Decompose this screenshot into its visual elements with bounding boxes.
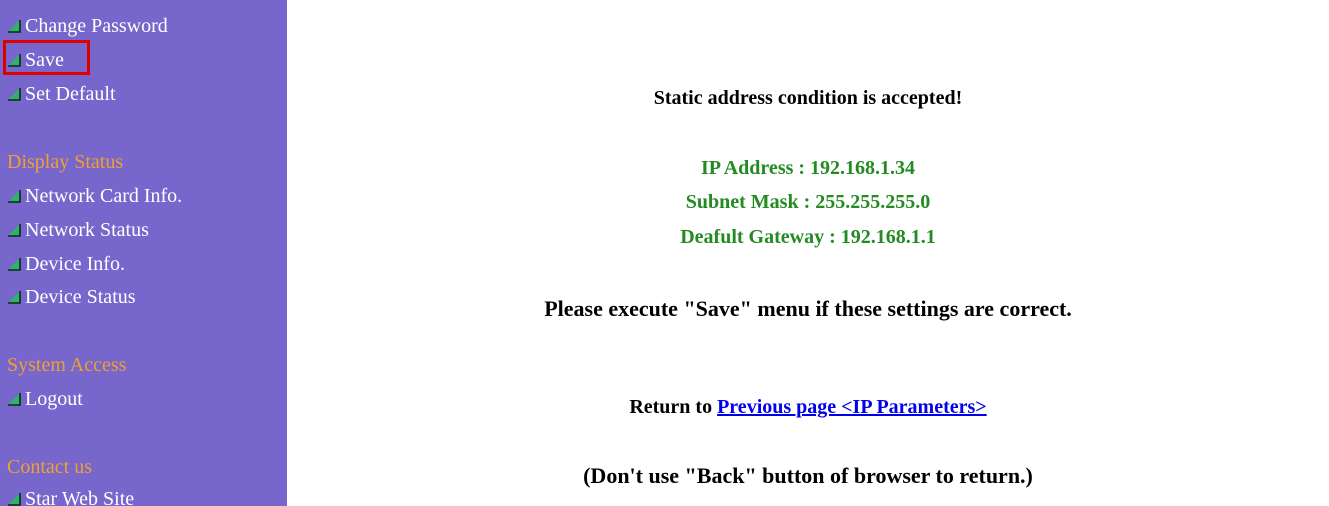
- green-triangle-bullet-icon: [8, 493, 21, 506]
- sidebar-item-network-card-info[interactable]: Network Card Info.: [7, 183, 182, 209]
- sidebar-menu: Change Password Save Set Default Display…: [0, 0, 287, 506]
- green-triangle-bullet-icon: [8, 291, 21, 304]
- sidebar-item-label: Set Default: [25, 83, 116, 105]
- section-header-system-access: System Access: [7, 354, 127, 376]
- green-triangle-bullet-icon: [8, 258, 21, 271]
- sidebar-item-device-status[interactable]: Device Status: [7, 284, 136, 310]
- sidebar-item-logout[interactable]: Logout: [7, 386, 83, 412]
- save-highlight-box: [3, 40, 90, 75]
- back-warning-text: (Don't use "Back" button of browser to r…: [583, 463, 1033, 488]
- default-gateway-text: Deafult Gateway : 192.168.1.1: [680, 226, 936, 248]
- ip-address-text: IP Address : 192.168.1.34: [700, 157, 916, 179]
- sidebar-item-label: Network Card Info.: [25, 185, 183, 207]
- section-header-contact-us: Contact us: [7, 456, 92, 478]
- sidebar-item-star-web-site[interactable]: Star Web Site: [7, 486, 134, 506]
- return-line: Return to Previous page <IP Parameters>: [287, 396, 1329, 419]
- status-message: Static address condition is accepted!: [653, 87, 963, 109]
- green-triangle-bullet-icon: [8, 393, 21, 406]
- previous-page-link[interactable]: Previous page <IP Parameters>: [717, 396, 987, 418]
- green-triangle-bullet-icon: [8, 88, 21, 101]
- green-triangle-bullet-icon: [8, 224, 21, 237]
- green-triangle-bullet-icon: [8, 190, 21, 203]
- sidebar-item-change-password[interactable]: Change Password: [7, 13, 168, 39]
- sidebar-item-label: Change Password: [25, 15, 168, 37]
- subnet-mask-text: Subnet Mask : 255.255.255.0: [685, 191, 931, 213]
- sidebar-item-device-info[interactable]: Device Info.: [7, 251, 125, 277]
- main-content: Static address condition is accepted! IP…: [287, 0, 1329, 506]
- section-header-display-status: Display Status: [7, 151, 124, 173]
- sidebar-item-network-status[interactable]: Network Status: [7, 217, 149, 243]
- sidebar-item-label: Device Status: [25, 286, 136, 308]
- sidebar-item-label: Logout: [25, 388, 83, 410]
- sidebar-item-label: Star Web Site: [25, 488, 135, 506]
- sidebar-item-set-default[interactable]: Set Default: [7, 81, 116, 107]
- save-prompt-text: Please execute "Save" menu if these sett…: [544, 296, 1072, 321]
- green-triangle-bullet-icon: [8, 20, 21, 33]
- return-prefix-text: Return to: [629, 396, 718, 418]
- sidebar-item-label: Network Status: [25, 219, 149, 241]
- sidebar-item-label: Device Info.: [25, 253, 125, 275]
